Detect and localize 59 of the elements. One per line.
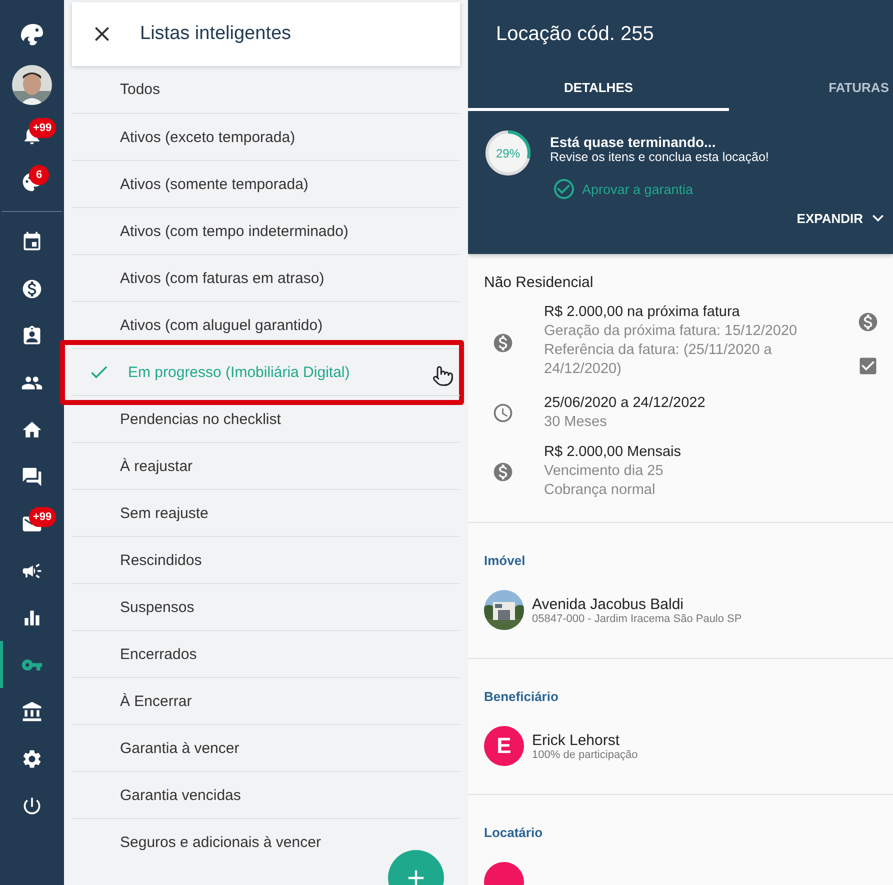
sidebar-item[interactable]: 6: [0, 158, 64, 205]
info-detail: Cobrança normal: [544, 481, 656, 500]
letter-avatar: E: [484, 726, 524, 766]
progress-reading: 29%: [496, 146, 520, 160]
smart-list-item[interactable]: Todos: [72, 66, 460, 113]
smart-list-item[interactable]: Garantia à vencer: [72, 724, 460, 771]
smart-list-item[interactable]: Suspensos: [72, 583, 460, 630]
smart-list-item[interactable]: À reajustar: [72, 442, 460, 489]
count-badge: 6: [29, 165, 49, 185]
smart-list-item[interactable]: Garantia vencidas: [72, 771, 460, 818]
panel-title: Listas inteligentes: [140, 23, 292, 45]
contact-card-icon: [21, 324, 43, 346]
progress-text: Revise os itens e conclua esta locação!: [550, 150, 769, 164]
expand-button[interactable]: EXPANDIR: [796, 207, 889, 229]
info-detail: Vencimento dia 25: [544, 462, 664, 481]
person-name: Erick Lehorst: [532, 732, 621, 748]
dollar-icon[interactable]: [857, 311, 879, 333]
person-detail: 05847-000 - Jardim Iracema São Paulo SP: [532, 612, 742, 624]
smart-list-item[interactable]: Sem reajuste: [72, 489, 460, 536]
info-title: R$ 2.000,00 na próxima fatura: [544, 303, 741, 322]
hand-cursor-icon: [432, 365, 454, 387]
count-badge: +99: [29, 118, 56, 138]
smart-list-item[interactable]: Rescindidos: [72, 536, 460, 583]
dollar-icon: [492, 460, 514, 482]
tab[interactable]: DETALHES: [468, 66, 729, 111]
smart-list-item[interactable]: Ativos (com aluguel garantido): [72, 301, 460, 348]
info-detail: Geração da próxima fatura: 15/12/2020: [544, 322, 798, 341]
smart-list-item[interactable]: Ativos (somente temporada): [72, 160, 460, 207]
smart-list-item[interactable]: Encerrados: [72, 630, 460, 677]
clock-icon: [492, 402, 514, 424]
sidebar-item[interactable]: +99: [0, 500, 64, 547]
chat-icon: [21, 466, 43, 488]
bank-icon: [21, 700, 43, 722]
checkbox[interactable]: [857, 355, 879, 377]
detail-title: Locação cód. 255: [495, 22, 655, 47]
tab[interactable]: FATURAS: [729, 66, 889, 111]
calendar-icon: [21, 230, 43, 252]
info-detail: Referência da fatura: (25/11/2020 a 24/12/2020): [544, 341, 773, 379]
approve-link[interactable]: Aprovar a garantia: [552, 177, 694, 201]
progress-heading: Está quase terminando...: [550, 134, 717, 150]
smart-list-item[interactable]: À Encerrar: [72, 677, 460, 724]
dollar-icon: [492, 332, 514, 354]
person-detail: 100% de participação: [532, 748, 638, 760]
info-title: R$ 2.000,00 Mensais: [544, 443, 682, 462]
person-name: Avenida Jacobus Baldi: [532, 596, 684, 612]
settings-icon: [21, 748, 43, 770]
smart-list-item[interactable]: Ativos (exceto temporada): [72, 113, 460, 160]
info-title: 25/06/2020 a 24/12/2022: [544, 394, 706, 413]
section-heading: Beneficiário: [484, 689, 560, 704]
section-heading: Locatário: [484, 825, 544, 840]
section-heading: Imóvel: [484, 553, 526, 568]
info-detail: 30 Meses: [544, 413, 608, 432]
count-badge: +99: [29, 507, 56, 527]
smart-list-item[interactable]: Ativos (com faturas em atraso): [72, 254, 460, 301]
dollar-icon: [21, 278, 43, 300]
sidebar-item[interactable]: +99: [0, 111, 64, 158]
contract-type: Não Residencial: [483, 273, 594, 293]
smart-list-item[interactable]: Ativos (com tempo indeterminado): [72, 207, 460, 254]
smart-list-item[interactable]: Pendencias no checklist: [72, 395, 460, 442]
